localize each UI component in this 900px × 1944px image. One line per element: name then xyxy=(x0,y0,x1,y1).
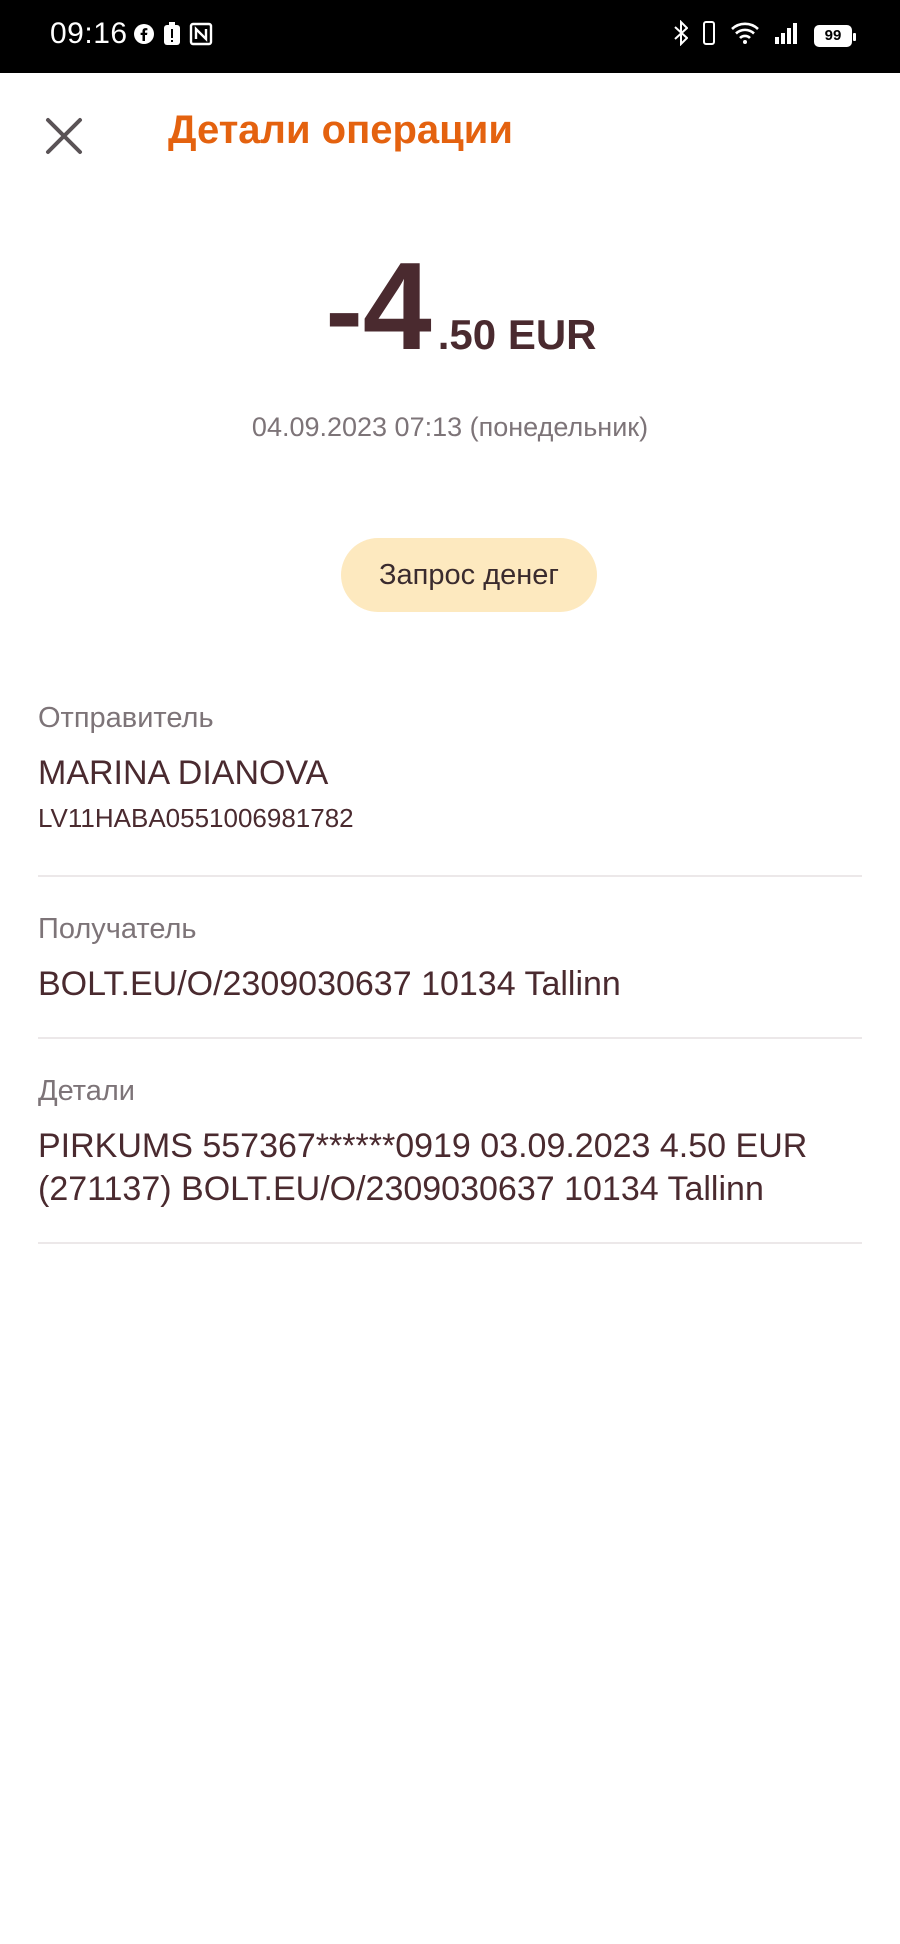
amount-sign: - xyxy=(325,248,363,373)
status-bar: 09:16 99 xyxy=(0,0,900,73)
recipient-section: Получатель BOLT.EU/O/2309030637 10134 Ta… xyxy=(38,913,862,1006)
divider xyxy=(38,1037,862,1039)
status-time: 09:16 xyxy=(50,17,128,50)
signal-icon xyxy=(774,21,800,50)
sender-account: LV11HABA0551006981782 xyxy=(38,803,354,833)
divider xyxy=(38,1242,862,1244)
battery-icon: 99 xyxy=(814,24,856,47)
sender-section: Отправитель MARINA DIANOVA LV11HABA05510… xyxy=(38,702,862,834)
amount-display: - 4 .50 EUR xyxy=(0,245,900,369)
facebook-icon xyxy=(133,23,155,50)
recipient-value: BOLT.EU/O/2309030637 10134 Tallinn xyxy=(38,965,621,1003)
vibrate-icon xyxy=(702,20,716,51)
sender-name: MARINA DIANOVA xyxy=(38,754,329,792)
recipient-label: Получатель xyxy=(38,913,197,945)
details-label: Детали xyxy=(38,1075,136,1107)
nfc-icon xyxy=(189,22,213,51)
close-button[interactable] xyxy=(40,112,88,160)
divider xyxy=(38,875,862,877)
sender-label: Отправитель xyxy=(38,702,214,734)
alert-icon xyxy=(163,22,181,51)
transaction-datetime: 04.09.2023 07:13 (понедельник) xyxy=(251,412,649,442)
bluetooth-icon xyxy=(674,19,689,51)
request-money-button[interactable]: Запрос денег xyxy=(341,538,597,612)
details-line-1: PIRKUMS 557367******0919 03.09.2023 4.50… xyxy=(38,1127,808,1165)
details-section: Детали PIRKUMS 557367******0919 03.09.20… xyxy=(38,1075,862,1211)
amount-integer: 4 xyxy=(362,238,432,376)
wifi-icon xyxy=(730,21,760,50)
details-line-2: (271137) BOLT.EU/O/2309030637 10134 Tall… xyxy=(38,1170,764,1208)
page-title: Детали операции xyxy=(168,108,513,152)
close-icon xyxy=(46,118,82,154)
amount-fraction-currency: .50 EUR xyxy=(437,311,597,358)
